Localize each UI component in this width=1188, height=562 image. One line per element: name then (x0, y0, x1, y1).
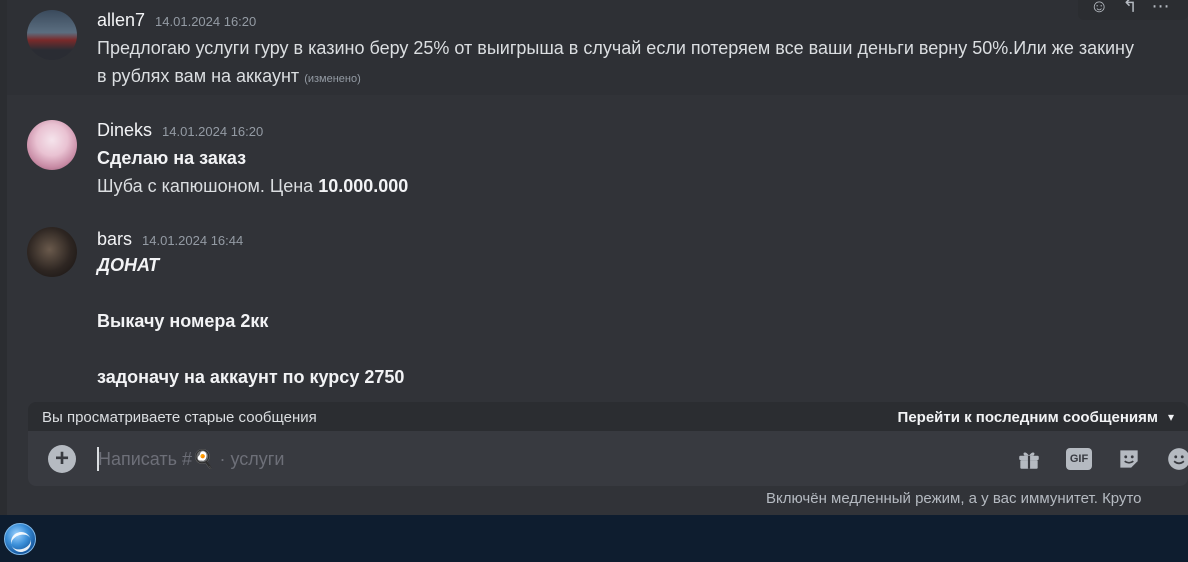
gift-icon[interactable] (1014, 444, 1044, 474)
more-options-icon[interactable]: ⋯ (1151, 0, 1169, 17)
start-menu-icon[interactable] (4, 523, 36, 555)
username[interactable]: bars (97, 229, 132, 250)
username[interactable]: allen7 (97, 10, 145, 31)
message-input[interactable] (98, 445, 998, 473)
chevron-down-icon: ▾ (1167, 410, 1174, 424)
message-text: Шуба с капюшоном. Цена (97, 176, 319, 196)
add-reaction-icon[interactable]: ☺ (1090, 0, 1108, 17)
gif-icon[interactable]: GIF (1064, 444, 1094, 474)
message-composer: + GIF (28, 431, 1188, 486)
jump-to-present-label: Перейти к последним сообщениям (897, 408, 1158, 426)
edited-label: (изменено) (304, 73, 361, 85)
jump-to-present-button[interactable]: Перейти к последним сообщениям ▾ (898, 409, 1174, 426)
price-value: 10.000.000 (318, 176, 409, 196)
message-body: Шуба с капюшоном. Цена 10.000.000 (97, 172, 1148, 200)
message-item[interactable]: ☺ ↰ ⋯ allen7 14.01.2024 16:20 Предлогаю … (7, 0, 1188, 95)
slowmode-notice: Включён медленный режим, а у вас иммунит… (766, 490, 1142, 507)
left-edge (0, 0, 7, 515)
avatar[interactable] (27, 120, 77, 170)
message-title: Сделаю на заказ (97, 148, 247, 168)
old-messages-banner: Вы просматриваете старые сообщения Перей… (28, 402, 1188, 432)
message-item[interactable]: Dineks 14.01.2024 16:20 Сделаю на заказ … (7, 110, 1188, 200)
username[interactable]: Dineks (97, 120, 152, 141)
message-heading: ДОНАТ (97, 255, 160, 275)
message-hover-toolbar: ☺ ↰ ⋯ (1078, 0, 1188, 20)
avatar[interactable] (27, 10, 77, 60)
attach-plus-button[interactable]: + (48, 445, 76, 473)
timestamp: 14.01.2024 16:20 (155, 14, 257, 29)
message-item[interactable]: bars 14.01.2024 16:44 ДОНАТ Выкачу номер… (7, 219, 1188, 430)
message-text: Предлогаю услуги гуру в казино беру 25% … (97, 38, 1134, 86)
taskbar (0, 515, 1188, 562)
message-list: ☺ ↰ ⋯ allen7 14.01.2024 16:20 Предлогаю … (7, 0, 1188, 430)
emoji-icon[interactable] (1164, 444, 1188, 474)
timestamp: 14.01.2024 16:44 (142, 233, 244, 248)
reply-icon[interactable]: ↰ (1122, 0, 1137, 17)
message-line: задоначу на аккаунт по курсу 2750 (97, 367, 405, 387)
timestamp: 14.01.2024 16:20 (162, 124, 264, 139)
message-line: Выкачу номера 2кк (97, 311, 269, 331)
avatar[interactable] (27, 227, 77, 277)
sticker-icon[interactable] (1114, 444, 1144, 474)
old-messages-label: Вы просматриваете старые сообщения (42, 408, 317, 426)
